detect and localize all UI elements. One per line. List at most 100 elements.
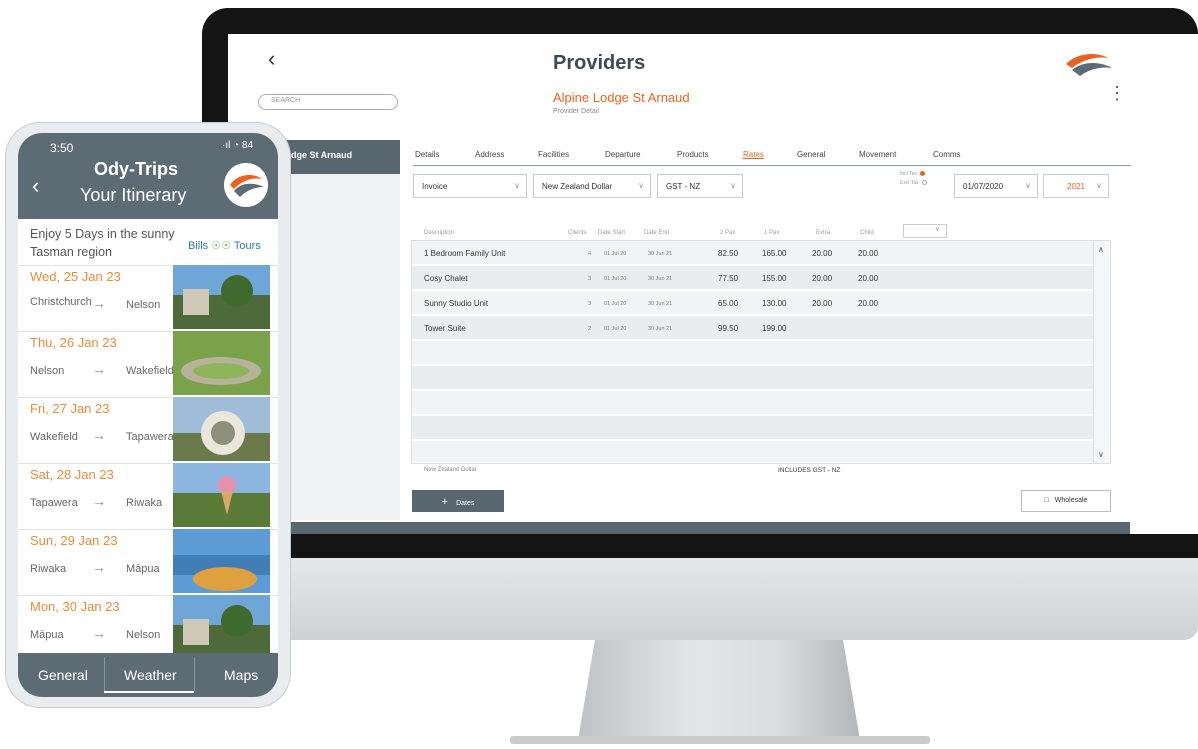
add-dates-button[interactable]: + Dates — [412, 490, 504, 512]
brand-logo-icon — [224, 163, 268, 207]
scroll-down-icon[interactable]: ∨ — [1098, 450, 1104, 459]
row-date-end: 30 Jun 21 — [648, 326, 673, 332]
scroll-up-icon[interactable]: ∧ — [1098, 245, 1104, 254]
col-clients: Clients — [568, 230, 587, 236]
col-extra: Extra — [816, 230, 831, 236]
status-bar — [400, 522, 1130, 534]
add-dates-label: Dates — [456, 500, 475, 507]
photo-tapawera — [173, 463, 270, 527]
table-row[interactable]: Cosy Chalet 3 01 Jul 20 30 Jun 21 77.50 … — [412, 266, 1094, 290]
tab-facilities[interactable]: Facilities — [538, 150, 569, 159]
row-clients: 3 — [588, 276, 592, 282]
row-1pax: 165.00 — [762, 249, 787, 258]
invoice-select-value: Invoice — [422, 182, 448, 191]
row-child: 20.00 — [858, 274, 879, 283]
col-child: Child — [860, 230, 874, 236]
day-from: Wakefield — [30, 431, 78, 443]
tab-products[interactable]: Products — [677, 150, 709, 159]
itinerary-day[interactable]: Mon, 30 Jan 23 Māpua → Nelson — [18, 595, 278, 662]
column-filter-select[interactable]: ∨ — [903, 224, 947, 238]
search-input[interactable]: SEARCH — [258, 94, 398, 110]
tab-address[interactable]: Address — [475, 150, 504, 159]
sidebar-item-provider[interactable]: Lodge St Arnaud — [272, 140, 400, 174]
back-chevron-icon[interactable]: ‹ — [268, 46, 275, 72]
row-date-start: 01 Jul 20 — [604, 326, 627, 332]
tab-comms[interactable]: Comms — [933, 150, 961, 159]
table-row[interactable]: Sunny Studio Unit 3 01 Jul 20 30 Jun 21 … — [412, 291, 1094, 315]
row-description: Sunny Studio Unit — [424, 299, 489, 308]
page-title: Providers — [553, 52, 646, 74]
day-from: Christchurch — [30, 296, 92, 308]
table-scrollbar[interactable]: ∧ ∨ — [1093, 241, 1110, 463]
status-time: 3:50 — [50, 141, 74, 155]
tax-select[interactable]: GST - NZ ∨ — [657, 174, 743, 198]
table-row-empty — [412, 416, 1094, 440]
day-to: Tapawera — [126, 431, 174, 443]
tab-rates[interactable]: Rates — [743, 150, 764, 159]
cart-icon: □ — [1044, 497, 1049, 504]
currency-select[interactable]: New Zealand Dollar ∨ — [533, 174, 651, 198]
app-subtitle: Your Itinerary — [80, 185, 187, 205]
day-date: Thu, 26 Jan 23 — [30, 335, 117, 350]
tab-bar: Details Address Facilities Departure Pro… — [413, 150, 1131, 166]
chevron-down-icon: ∨ — [1096, 181, 1102, 190]
row-date-start: 01 Jul 20 — [604, 251, 627, 257]
wholesale-button[interactable]: □ Wholesale — [1021, 490, 1111, 512]
incl-tax-label: Incl Tax — [900, 171, 917, 177]
arrow-right-icon: → — [92, 559, 106, 575]
status-icons: ·ıl ◔ 84 — [222, 140, 254, 151]
row-2pax: 77.50 — [718, 274, 739, 283]
tab-general[interactable]: General — [38, 667, 88, 683]
itinerary-day[interactable]: Wed, 25 Jan 23 Christchurch → Nelson — [18, 265, 278, 332]
day-from: Riwaka — [30, 563, 67, 575]
tab-maps[interactable]: Maps — [224, 667, 258, 683]
app-title: Ody-Trips — [94, 159, 179, 179]
tab-movement[interactable]: Movement — [859, 150, 896, 159]
tab-weather[interactable]: Weather — [124, 667, 177, 683]
itinerary-day[interactable]: Thu, 26 Jan 23 Nelson → Wakefield — [18, 331, 278, 398]
partner-name-b: Tours — [233, 240, 261, 252]
footer-gst-note: INCLUDES GST - NZ — [778, 467, 841, 474]
day-to: Riwaka — [126, 497, 163, 509]
date-select[interactable]: 01/07/2020 ∨ — [954, 174, 1038, 198]
day-to: Māpua — [126, 563, 160, 575]
phone-device: 3:50 ·ıl ◔ 84 ‹ Ody-Trips Your Itinerary… — [6, 123, 290, 707]
more-menu-icon[interactable]: ⋮ — [1108, 84, 1126, 102]
row-description: 1 Bedroom Family Unit — [424, 249, 506, 258]
partner-logo: Bills ☉☉ Tours — [188, 239, 261, 252]
incl-tax-radio[interactable] — [919, 171, 925, 177]
chevron-down-icon: ∨ — [638, 181, 644, 190]
arrow-right-icon: → — [92, 493, 106, 509]
tab-details[interactable]: Details — [415, 150, 439, 159]
row-2pax: 82.50 — [718, 249, 739, 258]
tab-departure[interactable]: Departure — [605, 150, 641, 159]
itinerary-day[interactable]: Sun, 29 Jan 23 Riwaka → Māpua — [18, 529, 278, 596]
monitor-chin — [202, 558, 1198, 640]
table-row[interactable]: Tower Suite 2 01 Jul 20 30 Jun 21 99.50 … — [412, 316, 1094, 340]
year-select[interactable]: 2021 ∨ — [1043, 174, 1109, 198]
itinerary-day[interactable]: Fri, 27 Jan 23 Wakefield → Tapawera — [18, 397, 278, 464]
arrow-right-icon: → — [92, 361, 106, 377]
tab-general[interactable]: General — [797, 150, 825, 159]
provider-name: Alpine Lodge St Arnaud — [553, 90, 690, 105]
chevron-down-icon: ∨ — [1025, 181, 1031, 190]
currency-select-value: New Zealand Dollar — [542, 182, 613, 191]
invoice-select[interactable]: Invoice ∨ — [413, 174, 527, 198]
excl-tax-radio[interactable] — [921, 180, 927, 186]
row-1pax: 130.00 — [762, 299, 787, 308]
row-clients: 4 — [588, 251, 592, 257]
day-to: Nelson — [126, 629, 161, 641]
col-2pax: 2 Pax — [720, 230, 736, 236]
monitor-stand — [578, 640, 860, 740]
excl-tax-label: Excl Tax — [900, 180, 919, 186]
table-row[interactable]: 1 Bedroom Family Unit 4 01 Jul 20 30 Jun… — [412, 241, 1094, 265]
day-to: Nelson — [126, 299, 161, 311]
row-date-end: 30 Jun 21 — [648, 251, 673, 257]
day-date: Mon, 30 Jan 23 — [30, 599, 120, 614]
back-chevron-icon[interactable]: ‹ — [32, 173, 39, 199]
tab-divider — [104, 657, 105, 691]
date-select-value: 01/07/2020 — [963, 182, 1004, 191]
itinerary-day[interactable]: Sat, 28 Jan 23 Tapawera → Riwaka — [18, 463, 278, 530]
row-child: 20.00 — [858, 249, 879, 258]
tax-select-value: GST - NZ — [666, 182, 701, 191]
